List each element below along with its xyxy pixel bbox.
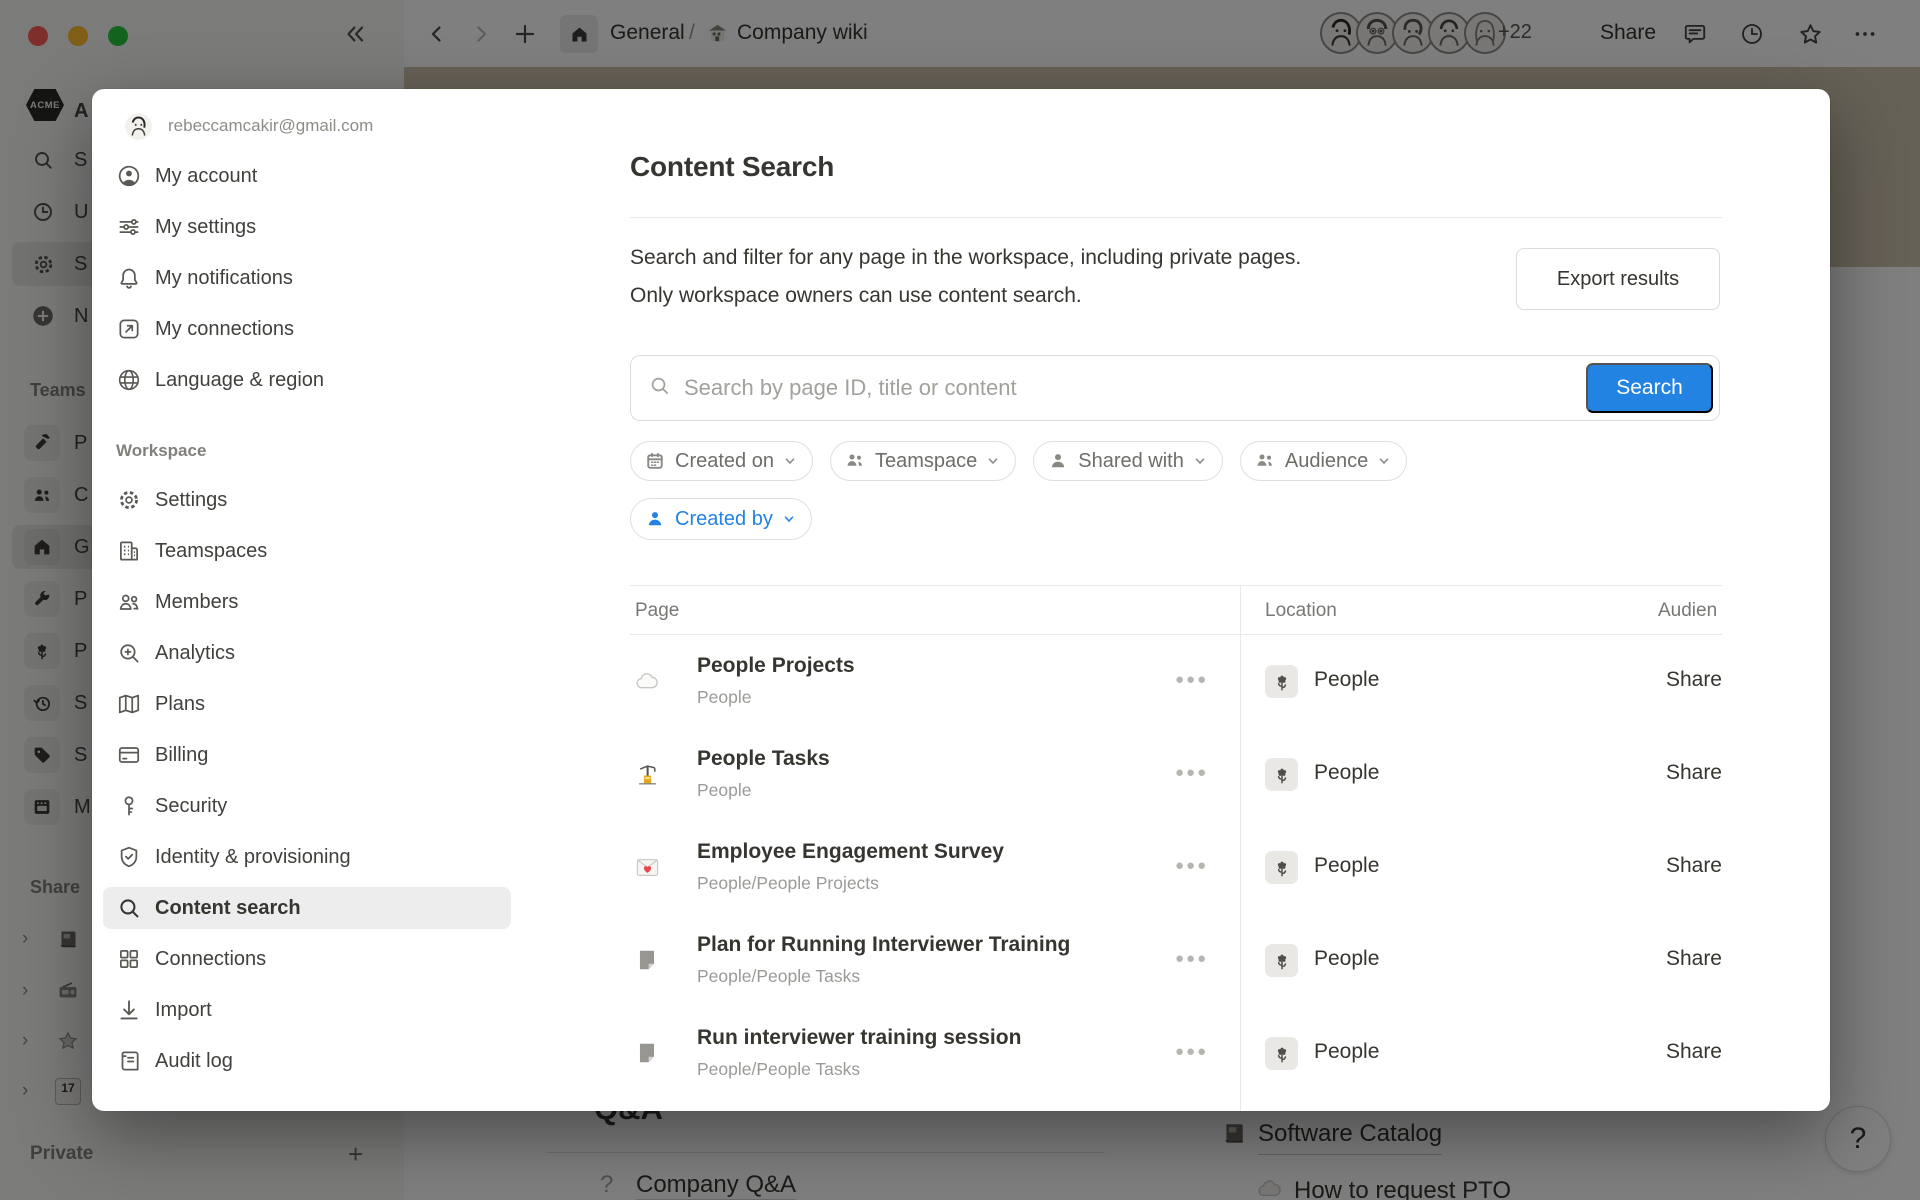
- nav-item-settings[interactable]: Settings: [103, 479, 511, 521]
- page-title: Content Search: [630, 151, 834, 183]
- nav-item-content-search[interactable]: Content search: [103, 887, 511, 929]
- search-button[interactable]: Search: [1586, 363, 1713, 413]
- nav-item-my-notifications[interactable]: My notifications: [103, 257, 511, 299]
- chevron-down-icon: [1377, 454, 1391, 468]
- teamspace-flower-icon: [1265, 1037, 1298, 1070]
- column-header-location[interactable]: Location: [1265, 600, 1337, 622]
- row-menu-icon[interactable]: ●●●: [1175, 671, 1208, 688]
- table-header: Page Location Audien: [630, 585, 1722, 635]
- table-row[interactable]: People Projects People ●●● People Share: [630, 635, 1722, 728]
- row-menu-icon[interactable]: ●●●: [1175, 950, 1208, 967]
- nav-item-connections[interactable]: Connections: [103, 938, 511, 980]
- cloud-icon: [632, 666, 662, 696]
- app-window: General / Company wiki +22 Share: [0, 0, 1920, 1200]
- nav-item-billing[interactable]: Billing: [103, 734, 511, 776]
- teamspace-flower-icon: [1265, 758, 1298, 791]
- nav-item-language-region[interactable]: Language & region: [103, 359, 511, 401]
- nav-item-identity-provisioning[interactable]: Identity & provisioning: [103, 836, 511, 878]
- settings-modal: rebeccamcakir@gmail.com My account My se…: [92, 89, 1830, 1111]
- chevron-down-icon: [986, 454, 1000, 468]
- chevron-down-icon: [782, 512, 796, 526]
- filter-chip-row: Created on Teamspace Shared with Audienc…: [630, 441, 1407, 481]
- nav-item-my-connections[interactable]: My connections: [103, 308, 511, 350]
- filter-audience[interactable]: Audience: [1240, 441, 1407, 481]
- nav-item-import[interactable]: Import: [103, 989, 511, 1031]
- teamspace-flower-icon: [1265, 944, 1298, 977]
- nav-item-teamspaces[interactable]: Teamspaces: [103, 530, 511, 572]
- workspace-section-header: Workspace: [116, 437, 522, 465]
- page-icon: [632, 1038, 662, 1068]
- search-input[interactable]: Search by page ID, title or content: [684, 375, 1586, 401]
- chevron-down-icon: [783, 454, 797, 468]
- nav-item-plans[interactable]: Plans: [103, 683, 511, 725]
- content-search-panel: Content Search Search and filter for any…: [630, 89, 1830, 1111]
- teamspace-flower-icon: [1265, 851, 1298, 884]
- account-row: rebeccamcakir@gmail.com: [92, 105, 522, 147]
- filter-teamspace[interactable]: Teamspace: [830, 441, 1016, 481]
- content-search-bar[interactable]: Search by page ID, title or content Sear…: [630, 355, 1720, 421]
- settings-nav: rebeccamcakir@gmail.com My account My se…: [92, 89, 522, 1111]
- divider: [630, 217, 1722, 218]
- filter-chip-row-2: Created by: [630, 498, 812, 540]
- table-row[interactable]: Employee Engagement Survey People/People…: [630, 821, 1722, 914]
- chevron-down-icon: [1193, 454, 1207, 468]
- crane-icon: [632, 759, 662, 789]
- table-row[interactable]: Run interviewer training session People/…: [630, 1007, 1722, 1100]
- row-menu-icon[interactable]: ●●●: [1175, 857, 1208, 874]
- nav-item-security[interactable]: Security: [103, 785, 511, 827]
- account-email: rebeccamcakir@gmail.com: [168, 116, 373, 136]
- filter-shared-with[interactable]: Shared with: [1033, 441, 1223, 481]
- row-menu-icon[interactable]: ●●●: [1175, 764, 1208, 781]
- page-description: Search and filter for any page in the wo…: [630, 239, 1301, 315]
- nav-item-my-account[interactable]: My account: [103, 155, 511, 197]
- table-row[interactable]: People Tasks People ●●● People Share: [630, 728, 1722, 821]
- nav-item-my-settings[interactable]: My settings: [103, 206, 511, 248]
- row-menu-icon[interactable]: ●●●: [1175, 1043, 1208, 1060]
- export-results-button[interactable]: Export results: [1516, 248, 1720, 310]
- filter-created-by[interactable]: Created by: [630, 498, 812, 540]
- love-letter-icon: [632, 852, 662, 882]
- nav-item-audit-log[interactable]: Audit log: [103, 1040, 511, 1082]
- table-row[interactable]: Plan for Running Interviewer Training Pe…: [630, 914, 1722, 1007]
- teamspace-flower-icon: [1265, 665, 1298, 698]
- column-header-page[interactable]: Page: [635, 600, 679, 622]
- filter-created-on[interactable]: Created on: [630, 441, 813, 481]
- results-table: Page Location Audien People Projects Peo…: [630, 585, 1722, 1100]
- search-icon: [648, 374, 671, 402]
- page-icon: [632, 945, 662, 975]
- user-avatar: [125, 113, 152, 140]
- nav-item-members[interactable]: Members: [103, 581, 511, 623]
- column-header-audience[interactable]: Audien: [1658, 600, 1722, 622]
- nav-item-analytics[interactable]: Analytics: [103, 632, 511, 674]
